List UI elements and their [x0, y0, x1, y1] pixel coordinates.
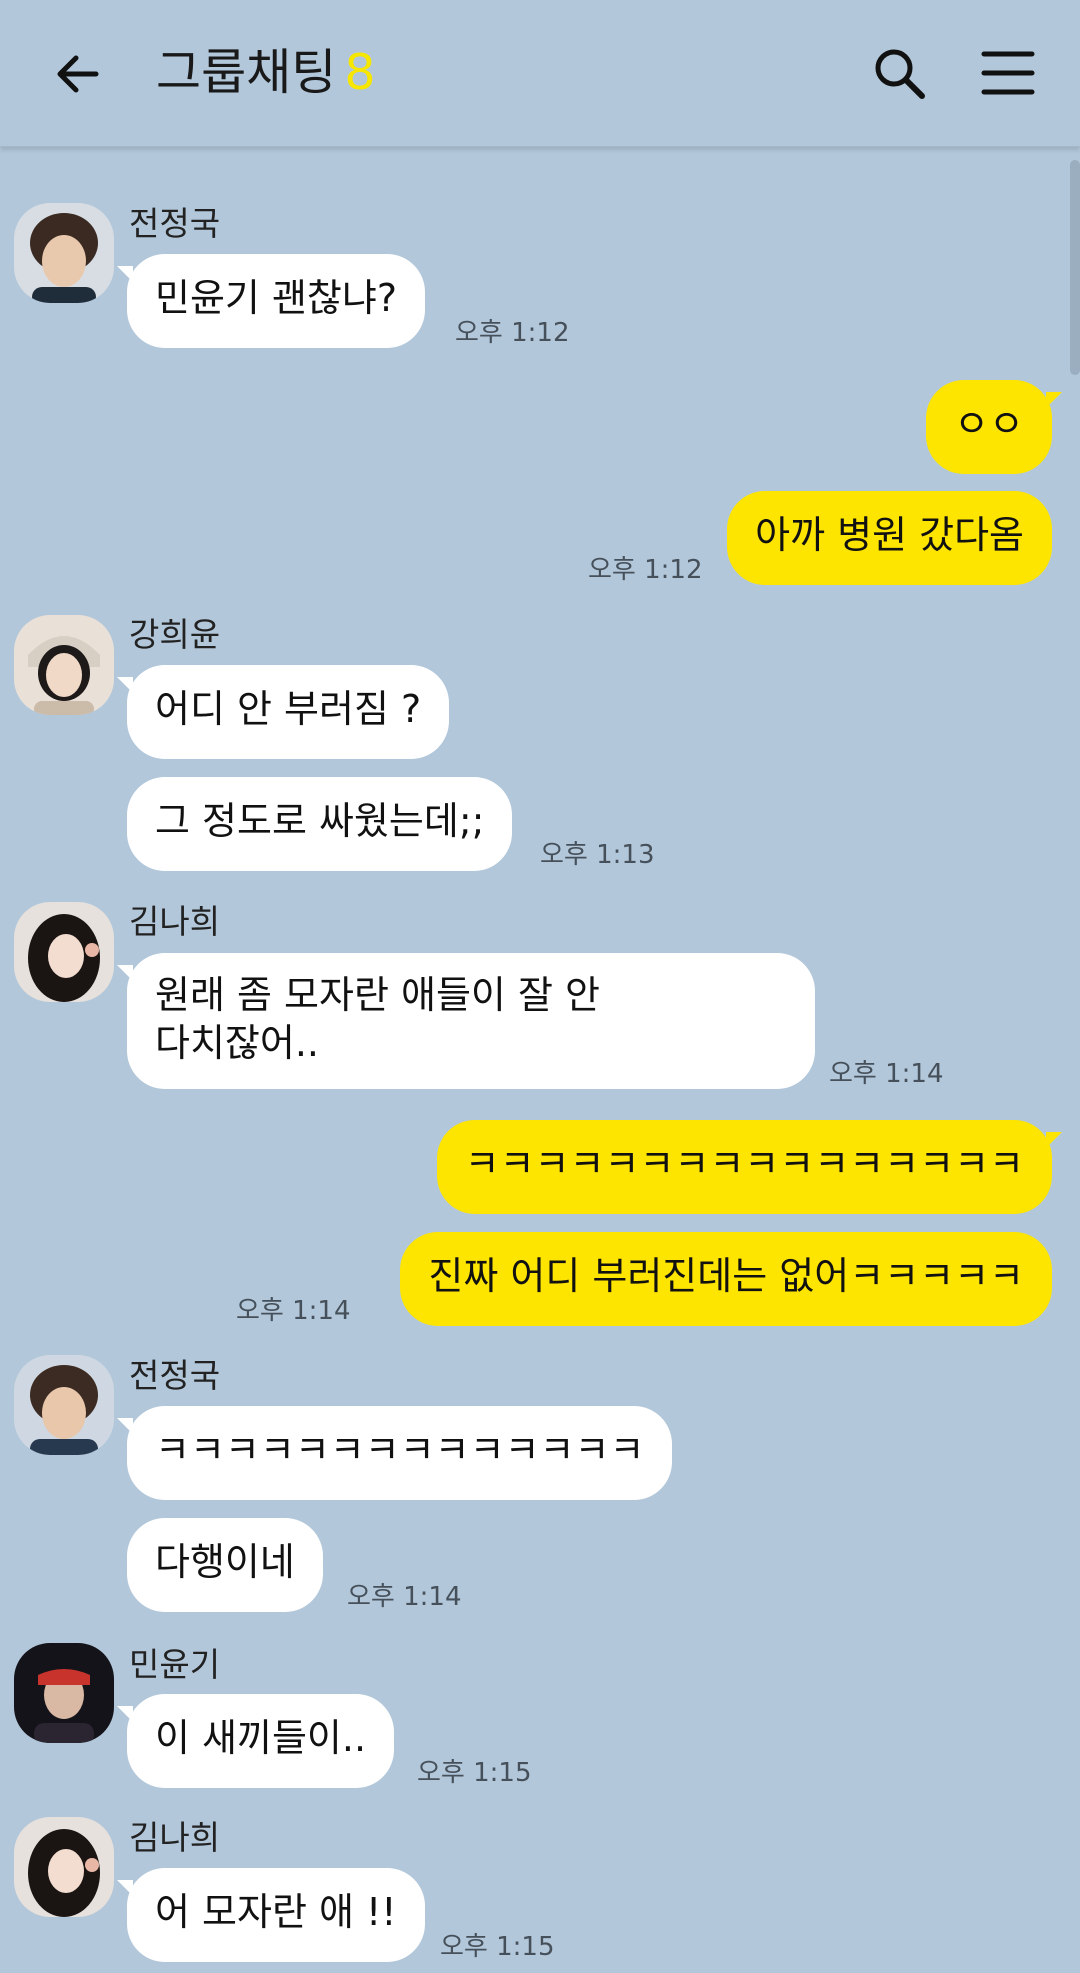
- message-bubble[interactable]: 원래 좀 모자란 애들이 잘 안 다치잖어..: [127, 953, 815, 1089]
- avatar[interactable]: [14, 1355, 114, 1455]
- bubble-tail: [117, 965, 133, 981]
- message-bubble[interactable]: 어 모자란 애 !!: [127, 1868, 425, 1962]
- bubble-tail: [1046, 1132, 1062, 1148]
- message-bubble[interactable]: 다행이네: [127, 1518, 323, 1612]
- scrollbar[interactable]: [1070, 160, 1080, 375]
- message-bubble[interactable]: 아까 병원 갔다옴: [727, 491, 1052, 585]
- message-bubble[interactable]: 민윤기 괜찮냐?: [127, 254, 426, 348]
- message-line: 다치잖어..: [155, 1021, 319, 1065]
- avatar[interactable]: [14, 1817, 114, 1917]
- sender-name: 민윤기: [129, 1645, 221, 1684]
- chat-screen: 그룹채팅 8 전정국 민윤기 괜찮냐? 오후 1:12 ㅇㅇ 아까 병원 갔다옴 …: [0, 0, 1080, 1973]
- sender-name: 전정국: [129, 204, 221, 243]
- message-bubble[interactable]: ㅇㅇ: [926, 380, 1052, 474]
- message-time: 오후 1:12: [588, 555, 703, 585]
- search-icon[interactable]: [870, 44, 930, 104]
- sender-name: 김나희: [129, 902, 221, 941]
- avatar[interactable]: [14, 1643, 114, 1743]
- avatar[interactable]: [14, 902, 114, 1002]
- message-bubble[interactable]: 이 새끼들이..: [127, 1694, 395, 1788]
- bubble-tail: [117, 677, 133, 693]
- message-time: 오후 1:14: [347, 1582, 462, 1612]
- bubble-tail: [117, 1706, 133, 1722]
- hamburger-menu-icon[interactable]: [980, 48, 1036, 98]
- message-bubble[interactable]: ㅋㅋㅋㅋㅋㅋㅋㅋㅋㅋㅋㅋㅋㅋㅋㅋ: [436, 1120, 1052, 1214]
- sender-name: 전정국: [129, 1356, 221, 1395]
- sender-name: 강희윤: [129, 615, 221, 654]
- message-time: 오후 1:12: [455, 318, 570, 348]
- chat-header: 그룹채팅 8: [0, 0, 1080, 147]
- message-time: 오후 1:14: [236, 1296, 351, 1326]
- message-time: 오후 1:15: [417, 1758, 532, 1788]
- chat-title: 그룹채팅 8: [156, 38, 376, 108]
- message-bubble[interactable]: ㅋㅋㅋㅋㅋㅋㅋㅋㅋㅋㅋㅋㅋㅋ: [127, 1406, 673, 1500]
- bubble-tail: [1046, 392, 1062, 408]
- message-time: 오후 1:15: [440, 1932, 555, 1962]
- message-line: 원래 좀 모자란 애들이 잘 안: [155, 973, 600, 1017]
- message-time: 오후 1:14: [829, 1059, 944, 1089]
- bubble-tail: [117, 266, 133, 282]
- sender-name: 김나희: [129, 1818, 221, 1857]
- member-count: 8: [344, 44, 376, 101]
- avatar[interactable]: [14, 203, 114, 303]
- message-bubble[interactable]: 그 정도로 싸웠는데;;: [127, 777, 513, 871]
- bubble-tail: [117, 1880, 133, 1896]
- arrow-left-icon[interactable]: [50, 46, 106, 102]
- room-name: 그룹채팅: [156, 44, 337, 101]
- message-bubble[interactable]: 진짜 어디 부러진데는 없어ㅋㅋㅋㅋㅋ: [400, 1232, 1052, 1326]
- message-time: 오후 1:13: [540, 840, 655, 870]
- message-bubble[interactable]: 어디 안 부러짐 ?: [127, 665, 450, 759]
- avatar[interactable]: [14, 615, 114, 715]
- bubble-tail: [117, 1418, 133, 1434]
